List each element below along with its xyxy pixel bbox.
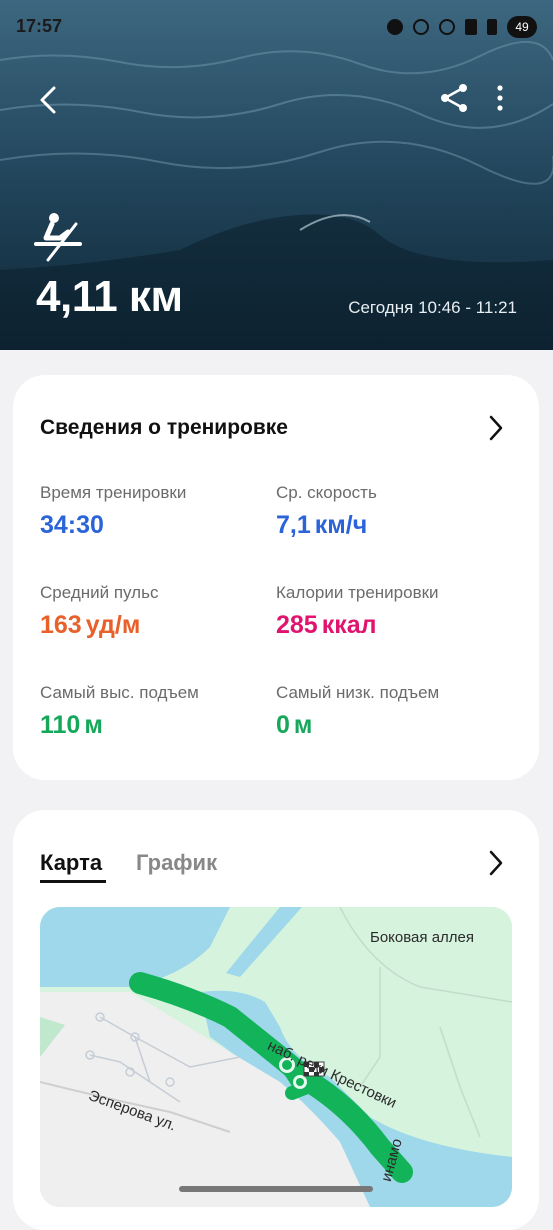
chevron-right-icon[interactable]: [483, 848, 507, 878]
status-bar: 17:57 49: [16, 12, 537, 40]
mute-icon: [413, 19, 429, 35]
stat-value: 34:30: [40, 511, 104, 539]
rowing-icon: [34, 213, 82, 262]
wifi-icon: [487, 19, 497, 35]
stat-label: Самый низк. подъем: [276, 683, 440, 702]
stat-value: 0м: [276, 711, 313, 739]
stat-label: Самый выс. подъем: [40, 683, 199, 702]
active-tab-indicator: [40, 880, 106, 883]
stat-label: Калории тренировки: [276, 583, 439, 602]
stat-label: Средний пульс: [40, 583, 159, 602]
stat-min-elevation: Самый низк. подъем 0м: [276, 683, 439, 740]
stat-avg-speed: Ср. скорость 7,1 км/ч: [276, 483, 377, 540]
chevron-right-icon[interactable]: [483, 413, 507, 443]
stat-duration: Время тренировки 34:30: [40, 483, 186, 540]
stat-avg-heart-rate: Средний пульс 163 уд/м: [40, 583, 158, 640]
total-distance: 4,11 км: [36, 272, 183, 321]
hotspot-icon: [439, 19, 455, 35]
map-label-alley: Боковая аллея: [370, 929, 475, 946]
share-icon[interactable]: [436, 80, 472, 116]
dnd-icon: [387, 19, 403, 35]
workout-hero-image: 17:57 49 4,11 км Сегодня 10:46 - 11:21: [0, 0, 553, 350]
route-map-card: Карта График Боковая аллея наб. реки Кре…: [13, 810, 539, 1230]
card-title: Сведения о тренировке: [40, 416, 288, 439]
tab-graph[interactable]: График: [136, 850, 217, 876]
more-vert-icon[interactable]: [488, 80, 512, 116]
stat-value: 163 уд/м: [40, 611, 141, 639]
status-time: 17:57: [16, 16, 63, 36]
stat-label: Ср. скорость: [276, 483, 377, 502]
workout-datetime: Сегодня 10:46 - 11:21: [348, 298, 517, 317]
stat-value: 285 ккал: [276, 611, 377, 639]
workout-details-card[interactable]: Сведения о тренировке Время тренировки 3…: [13, 375, 539, 780]
stat-calories: Калории тренировки 285 ккал: [276, 583, 439, 640]
back-arrow-icon[interactable]: [28, 80, 68, 120]
route-map[interactable]: Боковая аллея наб. реки Крестовки Эсперо…: [40, 907, 512, 1207]
stat-label: Время тренировки: [40, 483, 187, 502]
stat-value: 7,1 км/ч: [276, 511, 368, 539]
signal-icon: [465, 19, 477, 35]
tab-map[interactable]: Карта: [40, 850, 102, 876]
stat-max-elevation: Самый выс. подъем 110 м: [40, 683, 199, 740]
gesture-nav-bar[interactable]: [179, 1186, 373, 1192]
battery-icon: 49: [507, 16, 537, 38]
stat-value: 110 м: [40, 711, 103, 739]
